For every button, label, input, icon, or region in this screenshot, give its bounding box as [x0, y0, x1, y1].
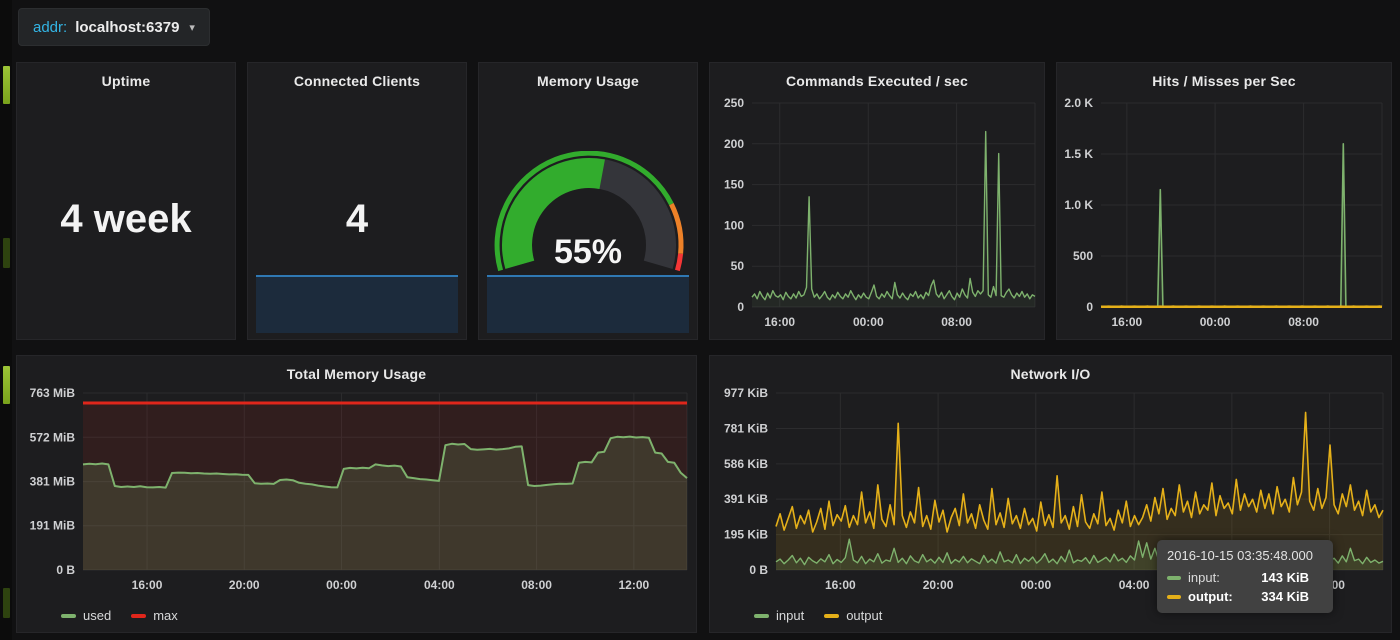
legend-label: used — [83, 608, 111, 623]
svg-text:04:00: 04:00 — [1119, 578, 1150, 592]
legend-color-icon — [131, 614, 146, 618]
svg-text:20:00: 20:00 — [229, 578, 260, 592]
memory-sparkline — [487, 275, 689, 333]
svg-text:00:00: 00:00 — [853, 315, 884, 329]
row-handle-1b[interactable] — [3, 238, 10, 268]
legend-item-input[interactable]: input — [754, 608, 804, 623]
dropdown-caret-icon: ▾ — [189, 21, 195, 34]
svg-text:191 MiB: 191 MiB — [30, 519, 76, 533]
legend-label: max — [153, 608, 178, 623]
graph-tooltip: 2016-10-15 03:35:48.000 input: 143 KiB out… — [1157, 540, 1333, 613]
svg-text:572 MiB: 572 MiB — [30, 430, 76, 444]
tooltip-row: output: 334 KiB — [1167, 589, 1323, 604]
svg-text:0: 0 — [1086, 300, 1093, 314]
panel-uptime: Uptime 4 week — [16, 62, 236, 340]
svg-text:250: 250 — [724, 96, 744, 110]
svg-text:16:00: 16:00 — [132, 578, 163, 592]
legend-color-icon — [824, 614, 839, 618]
tooltip-series-value: 334 KiB — [1261, 589, 1323, 604]
svg-text:16:00: 16:00 — [825, 578, 856, 592]
svg-text:08:00: 08:00 — [1288, 315, 1319, 329]
svg-text:195 KiB: 195 KiB — [724, 528, 768, 542]
memory-usage-value: 55% — [479, 233, 697, 272]
legend-item-used[interactable]: used — [61, 608, 111, 623]
svg-text:2.0 K: 2.0 K — [1064, 96, 1093, 110]
svg-text:381 MiB: 381 MiB — [30, 475, 76, 489]
svg-text:0 B: 0 B — [749, 563, 768, 577]
svg-text:00:00: 00:00 — [326, 578, 357, 592]
svg-text:00:00: 00:00 — [1200, 315, 1231, 329]
svg-text:20:00: 20:00 — [923, 578, 954, 592]
svg-text:0 B: 0 B — [56, 563, 75, 577]
var-value: localhost:6379 — [75, 19, 179, 36]
svg-text:08:00: 08:00 — [941, 315, 972, 329]
uptime-value: 4 week — [17, 197, 235, 242]
row-handle-1[interactable] — [3, 66, 10, 104]
legend-label: input — [776, 608, 804, 623]
hits-misses-chart[interactable]: 0 500 1.0 K 1.5 K 2.0 K 16:00 00:00 08:00 — [1057, 63, 1391, 339]
svg-text:781 KiB: 781 KiB — [724, 422, 768, 436]
row-handle-2[interactable] — [3, 366, 10, 404]
svg-text:391 KiB: 391 KiB — [724, 492, 768, 506]
tooltip-series-value: 143 KiB — [1261, 570, 1323, 585]
svg-text:12:00: 12:00 — [618, 578, 649, 592]
svg-text:150: 150 — [724, 178, 744, 192]
tooltip-series-label: output: — [1188, 589, 1244, 604]
svg-text:977 KiB: 977 KiB — [724, 386, 768, 400]
tooltip-row: input: 143 KiB — [1167, 570, 1323, 585]
legend-item-max[interactable]: max — [131, 608, 178, 623]
legend-color-icon — [754, 614, 769, 618]
connected-clients-value: 4 — [248, 197, 466, 242]
tooltip-series-color-icon — [1167, 595, 1181, 599]
legend-item-output[interactable]: output — [824, 608, 882, 623]
panel-total-memory: Total Memory Usage 0 B191 MiB381 MiB572 … — [16, 355, 697, 633]
panel-memory-usage: Memory Usage 55% — [478, 62, 698, 340]
svg-text:08:00: 08:00 — [521, 578, 552, 592]
svg-text:0: 0 — [737, 300, 744, 314]
total-memory-chart[interactable]: 0 B 191 MiB 381 MiB 572 MiB 763 MiB 16:00 20:0… — [17, 356, 696, 632]
template-var-selector[interactable]: addr: localhost:6379 ▾ — [18, 8, 210, 46]
svg-text:00:00: 00:00 — [1020, 578, 1051, 592]
svg-text:586 KiB: 586 KiB — [724, 457, 768, 471]
svg-text:16:00: 16:00 — [1112, 315, 1143, 329]
svg-text:763 MiB: 763 MiB — [30, 386, 76, 400]
svg-text:200: 200 — [724, 137, 744, 151]
var-label: addr: — [33, 19, 67, 36]
tooltip-series-color-icon — [1167, 576, 1181, 580]
tooltip-timestamp: 2016-10-15 03:35:48.000 — [1167, 548, 1323, 563]
row-handle-2b[interactable] — [3, 588, 10, 618]
clients-sparkline — [256, 275, 458, 333]
legend-color-icon — [61, 614, 76, 618]
svg-text:100: 100 — [724, 218, 744, 232]
dashboard: addr: localhost:6379 ▾ Uptime 4 week Con… — [0, 0, 1400, 640]
svg-text:16:00: 16:00 — [764, 315, 795, 329]
total-memory-legend: used max — [61, 608, 178, 623]
panel-title[interactable]: Uptime — [17, 73, 235, 89]
svg-text:1.0 K: 1.0 K — [1064, 198, 1093, 212]
commands-chart[interactable]: 0 50 100 150 200 250 16:00 00:00 08:00 — [710, 63, 1044, 339]
legend-label: output — [846, 608, 882, 623]
tooltip-series-label: input: — [1188, 570, 1244, 585]
svg-text:500: 500 — [1073, 249, 1093, 263]
panel-title[interactable]: Memory Usage — [479, 73, 697, 89]
svg-text:1.5 K: 1.5 K — [1064, 147, 1093, 161]
network-io-legend: input output — [754, 608, 882, 623]
panel-hits-misses: Hits / Misses per Sec 05001.0 K1.5 K2.0 … — [1056, 62, 1392, 340]
panel-commands-executed: Commands Executed / sec 0501001502002501… — [709, 62, 1045, 340]
panel-connected-clients: Connected Clients 4 — [247, 62, 467, 340]
svg-text:04:00: 04:00 — [424, 578, 455, 592]
svg-text:50: 50 — [731, 259, 745, 273]
panel-title[interactable]: Connected Clients — [248, 73, 466, 89]
